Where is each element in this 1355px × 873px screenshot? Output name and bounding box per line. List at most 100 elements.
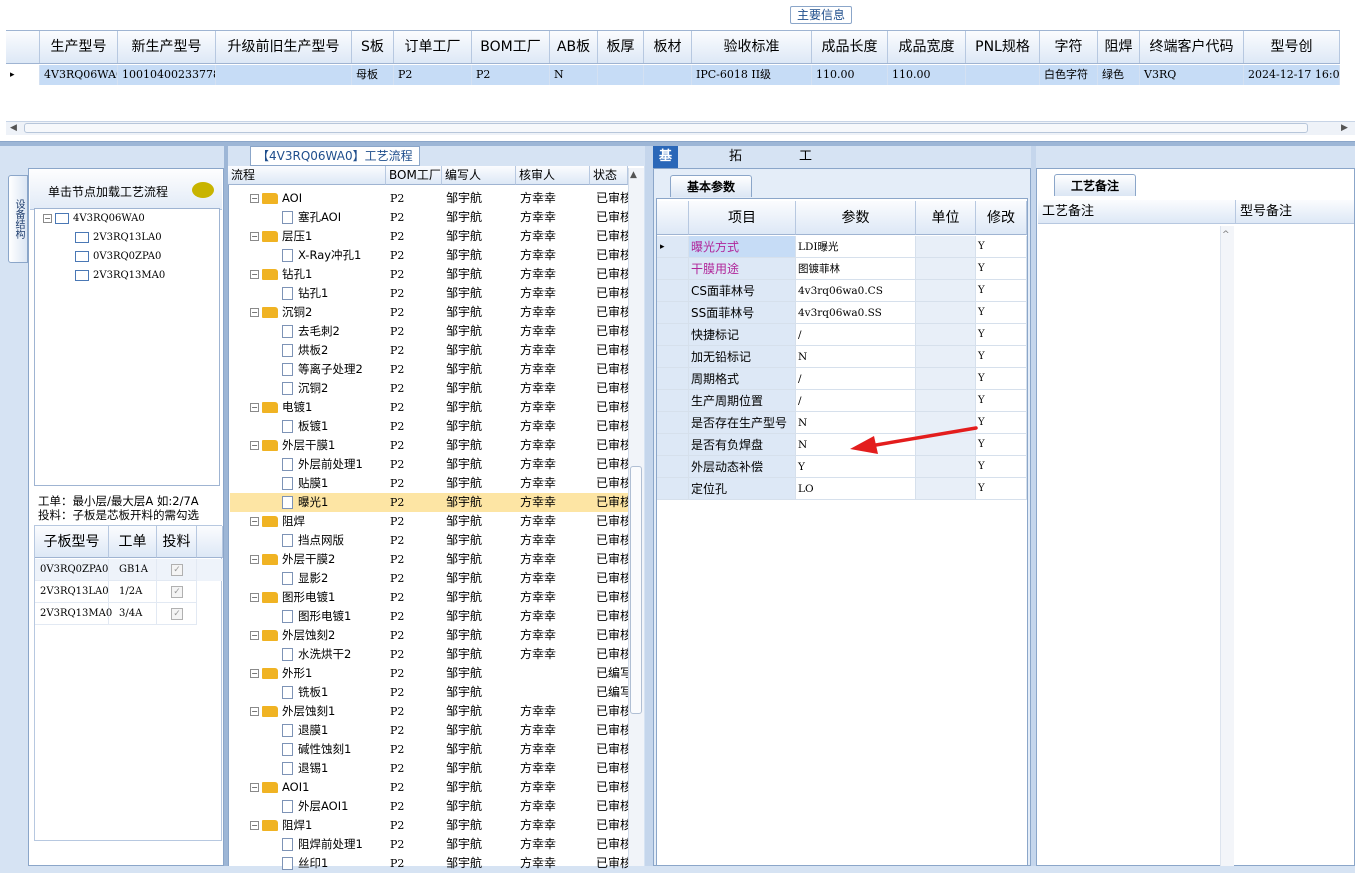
- feed-checkbox[interactable]: ✓: [171, 563, 183, 576]
- process-step[interactable]: − 外层蚀刻2: [250, 626, 335, 645]
- process-row[interactable]: 外层前处理1 P2 邹宇航 方幸幸 已审核: [230, 455, 628, 474]
- notes-scrollbar[interactable]: [1220, 226, 1234, 866]
- param-unit[interactable]: [916, 346, 976, 368]
- collapse-icon[interactable]: −: [250, 669, 259, 678]
- process-step[interactable]: 去毛刺2: [282, 322, 340, 341]
- process-row[interactable]: 图形电镀1 P2 邹宇航 方幸幸 已审核: [230, 607, 628, 626]
- param-value[interactable]: 4v3rq06wa0.SS: [796, 302, 916, 324]
- column-header[interactable]: 订单工厂: [394, 31, 472, 63]
- param-modify[interactable]: Y: [976, 236, 1027, 258]
- process-row[interactable]: 退锡1 P2 邹宇航 方幸幸 已审核: [230, 759, 628, 778]
- subboard-row[interactable]: 0V3RQ0ZPA0 GB1A ✓: [35, 559, 223, 581]
- param-unit[interactable]: [916, 478, 976, 500]
- grid-cell[interactable]: P2: [394, 65, 472, 85]
- process-step[interactable]: 板镀1: [282, 417, 328, 436]
- collapse-icon[interactable]: −: [250, 707, 259, 716]
- grid-cell[interactable]: 110.00: [888, 65, 966, 85]
- process-step[interactable]: 塞孔AOI: [282, 208, 341, 227]
- process-row[interactable]: − 阻焊1 P2 邹宇航 方幸幸 已审核: [230, 816, 628, 835]
- process-row[interactable]: 钻孔1 P2 邹宇航 方幸幸 已审核: [230, 284, 628, 303]
- main-grid-row[interactable]: ▸ 4V3RQ06WA0 10010400233778 母板 P2 P2 N IPC-6018…: [6, 65, 1340, 85]
- grid-cell[interactable]: 母板: [352, 65, 394, 85]
- process-row[interactable]: 塞孔AOI P2 邹宇航 方幸幸 已审核: [230, 208, 628, 227]
- sub-col-feed[interactable]: 投料: [157, 526, 197, 558]
- process-row[interactable]: − 电镀1 P2 邹宇航 方幸幸 已审核: [230, 398, 628, 417]
- params-col-unit[interactable]: 单位: [916, 201, 976, 235]
- column-header[interactable]: 成品长度: [812, 31, 888, 63]
- process-row[interactable]: 贴膜1 P2 邹宇航 方幸幸 已审核: [230, 474, 628, 493]
- process-step[interactable]: − 图形电镀1: [250, 588, 335, 607]
- column-header[interactable]: PNL规格: [966, 31, 1040, 63]
- column-header[interactable]: S板: [352, 31, 394, 63]
- scroll-left-icon[interactable]: ◀: [10, 123, 17, 133]
- grid-cell[interactable]: 白色字符: [1040, 65, 1098, 85]
- param-row[interactable]: 快捷标记 / Y: [657, 324, 1027, 346]
- tree-child[interactable]: 2V3RQ13LA0: [75, 232, 162, 243]
- process-step[interactable]: − 电镀1: [250, 398, 312, 417]
- process-row[interactable]: − 外形1 P2 邹宇航 已编写: [230, 664, 628, 683]
- collapse-icon[interactable]: −: [250, 403, 259, 412]
- process-row[interactable]: 挡点网版 P2 邹宇航 方幸幸 已审核: [230, 531, 628, 550]
- process-step[interactable]: − 外层干膜2: [250, 550, 335, 569]
- process-row[interactable]: − AOI P2 邹宇航 方幸幸 已审核: [230, 189, 628, 208]
- param-row[interactable]: 定位孔 LO Y: [657, 478, 1027, 500]
- param-row[interactable]: SS面菲林号 4v3rq06wa0.SS Y: [657, 302, 1027, 324]
- process-step[interactable]: 烘板2: [282, 341, 328, 360]
- process-step[interactable]: 外层前处理1: [282, 455, 363, 474]
- param-unit[interactable]: [916, 368, 976, 390]
- process-col-header[interactable]: 状态: [590, 166, 628, 185]
- param-modify[interactable]: Y: [976, 478, 1027, 500]
- param-unit[interactable]: [916, 390, 976, 412]
- param-row[interactable]: 加无铅标记 N Y: [657, 346, 1027, 368]
- column-header[interactable]: 成品宽度: [888, 31, 966, 63]
- process-scroll-thumb[interactable]: [630, 466, 642, 714]
- process-step[interactable]: − 阻焊1: [250, 816, 312, 835]
- process-step[interactable]: − 钻孔1: [250, 265, 312, 284]
- grid-cell[interactable]: 4V3RQ06WA0: [40, 65, 118, 85]
- process-step[interactable]: 铣板1: [282, 683, 328, 702]
- column-header[interactable]: 阻焊: [1098, 31, 1140, 63]
- tab-work-hours[interactable]: 工时: [793, 146, 818, 186]
- process-row[interactable]: 沉铜2 P2 邹宇航 方幸幸 已审核: [230, 379, 628, 398]
- process-step[interactable]: − AOI1: [250, 778, 309, 797]
- param-row[interactable]: CS面菲林号 4v3rq06wa0.CS Y: [657, 280, 1027, 302]
- process-step[interactable]: 碱性蚀刻1: [282, 740, 351, 759]
- scroll-right-icon[interactable]: ▶: [1341, 123, 1348, 133]
- process-row[interactable]: 退膜1 P2 邹宇航 方幸幸 已审核: [230, 721, 628, 740]
- param-value[interactable]: 图镀菲林: [796, 258, 916, 280]
- param-modify[interactable]: Y: [976, 346, 1027, 368]
- column-header[interactable]: AB板: [550, 31, 598, 63]
- grid-cell[interactable]: N: [550, 65, 598, 85]
- process-step[interactable]: 外层AOI1: [282, 797, 348, 816]
- collapse-icon[interactable]: −: [250, 631, 259, 640]
- process-step[interactable]: 钻孔1: [282, 284, 328, 303]
- process-step[interactable]: − 外层蚀刻1: [250, 702, 335, 721]
- process-step[interactable]: − AOI: [250, 189, 302, 208]
- params-col-param[interactable]: 参数: [796, 201, 916, 235]
- grid-cell[interactable]: IPC-6018 II级: [692, 65, 812, 85]
- param-row[interactable]: 生产周期位置 / Y: [657, 390, 1027, 412]
- grid-cell[interactable]: [216, 65, 352, 85]
- mid-splitter[interactable]: [645, 146, 653, 866]
- feed-checkbox[interactable]: ✓: [171, 585, 183, 598]
- tree-child[interactable]: 0V3RQ0ZPA0: [75, 251, 161, 262]
- process-step[interactable]: 贴膜1: [282, 474, 328, 493]
- params-col-item[interactable]: 项目: [689, 201, 796, 235]
- column-header[interactable]: 终端客户代码: [1140, 31, 1244, 63]
- column-header[interactable]: BOM工厂: [472, 31, 550, 63]
- sub-col-order[interactable]: 工单: [109, 526, 157, 558]
- process-step[interactable]: 退膜1: [282, 721, 328, 740]
- sub-col-model[interactable]: 子板型号: [35, 526, 109, 558]
- chat-bubble-icon[interactable]: [192, 182, 214, 198]
- param-modify[interactable]: Y: [976, 390, 1027, 412]
- process-row[interactable]: 外层AOI1 P2 邹宇航 方幸幸 已审核: [230, 797, 628, 816]
- process-step[interactable]: − 外层干膜1: [250, 436, 335, 455]
- process-row[interactable]: 丝印1 P2 邹宇航 方幸幸 已审核: [230, 854, 628, 873]
- subboard-row[interactable]: 2V3RQ13LA0 1/2A ✓: [35, 581, 223, 603]
- process-step[interactable]: 水洗烘干2: [282, 645, 351, 664]
- process-row[interactable]: − 沉铜2 P2 邹宇航 方幸幸 已审核: [230, 303, 628, 322]
- collapse-icon[interactable]: −: [250, 194, 259, 203]
- grid-cell[interactable]: [644, 65, 692, 85]
- param-value[interactable]: /: [796, 368, 916, 390]
- column-header[interactable]: 板材: [644, 31, 692, 63]
